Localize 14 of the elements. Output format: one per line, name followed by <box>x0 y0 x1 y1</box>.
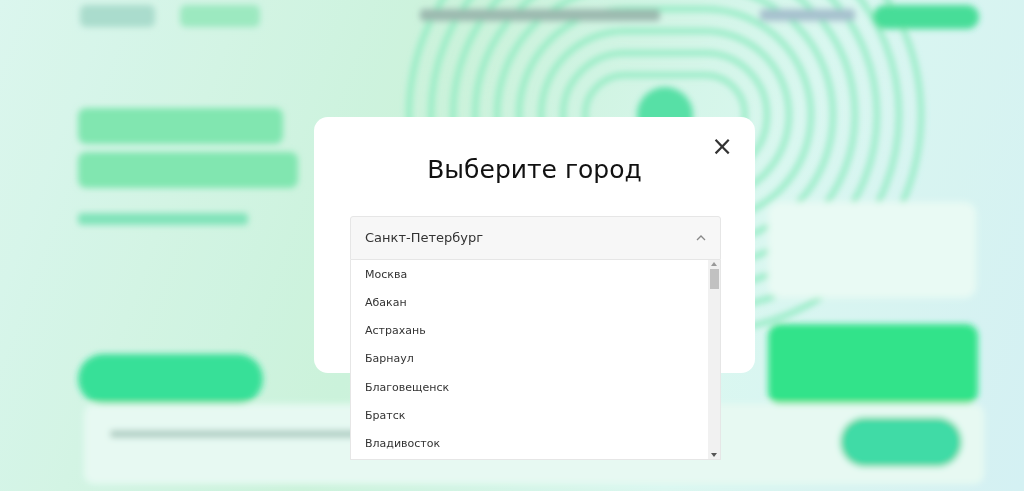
city-select[interactable]: Санкт-Петербург <box>350 216 721 260</box>
city-option[interactable]: Владивосток <box>351 430 708 459</box>
city-option[interactable]: Абакан <box>351 289 708 318</box>
caret-icon <box>696 235 706 241</box>
city-option[interactable]: Москва <box>351 261 708 290</box>
city-option[interactable]: Братск <box>351 401 708 431</box>
city-option[interactable]: Барнаул <box>351 345 708 374</box>
city-option[interactable]: Благовещенск <box>351 373 708 402</box>
city-option[interactable]: Астрахань <box>351 317 708 346</box>
scroll-thumb[interactable] <box>709 269 719 289</box>
scrollbar[interactable] <box>708 260 720 459</box>
scroll-down-icon[interactable] <box>710 451 718 459</box>
close-button[interactable]: × <box>707 131 737 161</box>
modal-title: Выберите город <box>426 155 643 185</box>
